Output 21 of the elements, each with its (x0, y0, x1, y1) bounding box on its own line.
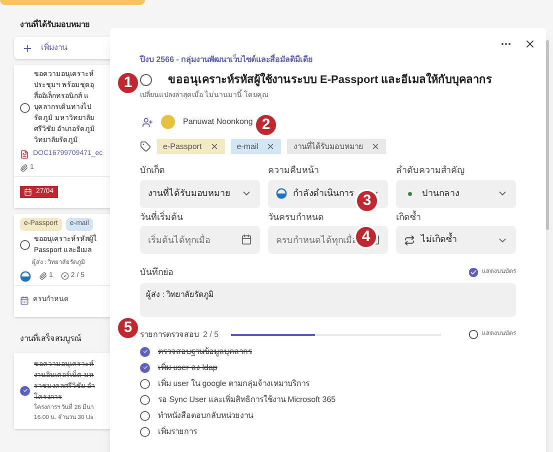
field-label: เกิดซ้ำ (396, 210, 422, 224)
checklist-title: รายการตรวจสอบ (140, 328, 199, 340)
label-chip: e-Passport (157, 139, 225, 154)
checklist-count: 2 / 5 (203, 328, 219, 340)
field-label: ลำดับความสำคัญ (396, 164, 466, 177)
checklist-item: เพิ่ม user ลง ldap (158, 362, 218, 374)
field-label: บันทึกย่อ (140, 266, 173, 279)
label-chip: งานที่ได้รับมอบหมาย (287, 139, 386, 154)
checklist-item: เพิ่ม user ใน google ตามกลุ่มจ้างเหมาบริการ (158, 378, 310, 390)
checklist-item: ตรวจสอบฐานข้อมูลบุคลากร (158, 346, 252, 358)
field-label: วันครบกำหนด (268, 210, 325, 224)
label-chip: e-mail (230, 139, 282, 154)
checklist-item: รอ Sync User และเพิ่มสิทธิการใช้งาน Microsoft 365 (158, 394, 336, 406)
column-title: งานที่ได้รับมอบหมาย (19, 19, 91, 31)
field-label: บักเก็ต (140, 164, 166, 177)
field-label: วันที่เริ่มต้น (140, 210, 184, 224)
field-label: ความคืบหน้า (268, 164, 320, 177)
task-title: ขออนุเคราะห์รหัสผู้ใช้งานระบบ E-Passport และอีเมลให้กับบุคลากร (168, 72, 492, 88)
assignee-name: Panuwat Noonkong (183, 116, 253, 128)
checklist-item: ทำหนังสือตอบกลับหน่วยงาน (158, 410, 253, 422)
section-title: งานที่เสร็จสมบูรณ์ (19, 332, 82, 344)
